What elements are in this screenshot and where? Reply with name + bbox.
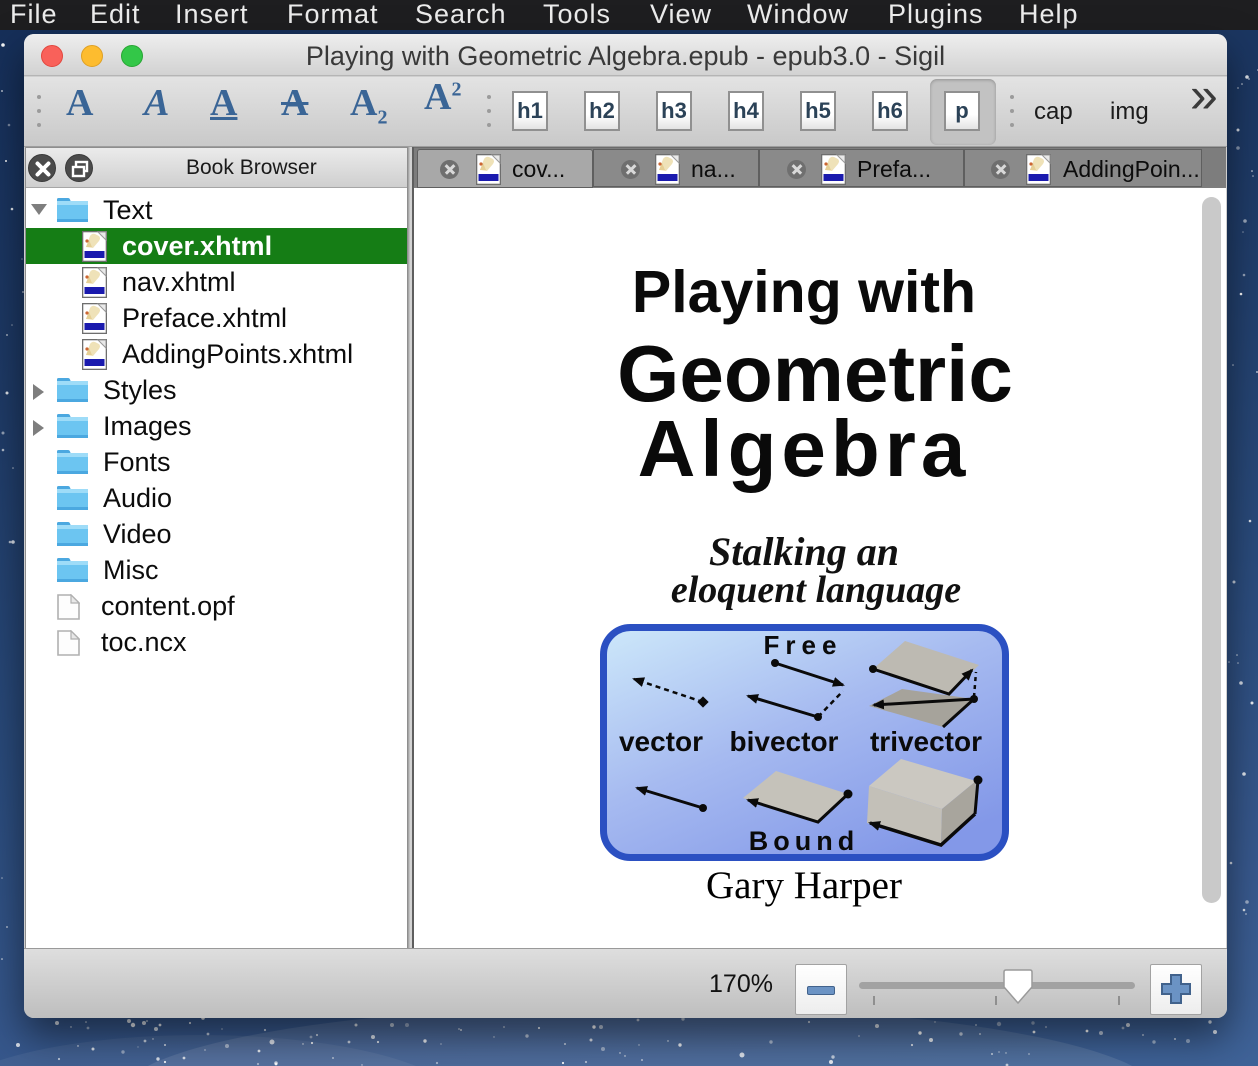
svg-text:vector: vector bbox=[619, 726, 703, 757]
svg-text:Free: Free bbox=[764, 630, 843, 660]
svg-text:bivector: bivector bbox=[730, 726, 839, 757]
svg-text:trivector: trivector bbox=[870, 726, 982, 757]
svg-text:Bound: Bound bbox=[749, 826, 859, 856]
